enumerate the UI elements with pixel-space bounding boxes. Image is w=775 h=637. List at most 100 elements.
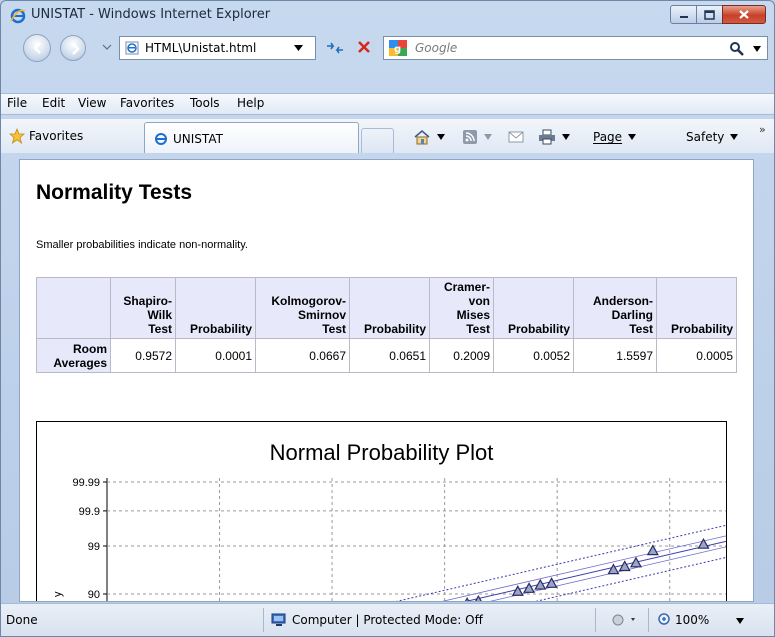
status-divider bbox=[263, 608, 264, 632]
row-header: Room Averages bbox=[36, 338, 111, 373]
zoom-level[interactable]: 100% bbox=[675, 613, 709, 627]
search-options-dropdown-icon[interactable] bbox=[753, 46, 761, 52]
print-button[interactable] bbox=[538, 128, 570, 146]
svg-text:g: g bbox=[394, 44, 401, 55]
column-header: Shapiro- Wilk Test bbox=[110, 277, 176, 339]
tab-unistat[interactable]: UNISTAT bbox=[144, 122, 359, 153]
menu-file[interactable]: File bbox=[7, 96, 27, 110]
minimize-button[interactable] bbox=[670, 5, 697, 24]
page-icon bbox=[125, 41, 139, 55]
search-icon[interactable] bbox=[729, 41, 745, 57]
header-line: Kolmogorov- bbox=[271, 294, 346, 308]
feeds-dropdown-icon[interactable] bbox=[484, 134, 492, 140]
maximize-button[interactable] bbox=[696, 5, 723, 24]
table-header-row: Shapiro- Wilk Test Probability Kolmogorov-… bbox=[36, 277, 737, 339]
vertical-scrollbar[interactable] bbox=[753, 160, 754, 601]
home-button[interactable] bbox=[413, 128, 445, 146]
address-dropdown-icon[interactable] bbox=[294, 45, 303, 51]
y-axis-label: y bbox=[52, 591, 64, 597]
search-placeholder: Google bbox=[415, 41, 458, 55]
close-icon bbox=[739, 10, 749, 19]
header-line: Test bbox=[466, 322, 490, 336]
browser-window: UNISTAT - Windows Internet Explorer HTML… bbox=[0, 0, 775, 637]
menu-edit[interactable]: Edit bbox=[42, 96, 65, 110]
title-bar: UNISTAT - Windows Internet Explorer bbox=[1, 1, 774, 31]
y-tick-label: 99.99 bbox=[72, 477, 100, 489]
table-cell: 0.0651 bbox=[349, 338, 430, 373]
header-line: von bbox=[468, 294, 490, 308]
page-dropdown-icon bbox=[628, 134, 637, 140]
menu-view[interactable]: View bbox=[78, 96, 106, 110]
security-zone-text[interactable]: Computer | Protected Mode: Off bbox=[292, 613, 483, 627]
confidence-band bbox=[535, 556, 726, 601]
y-tick-label: 99 bbox=[88, 541, 100, 553]
home-dropdown-icon[interactable] bbox=[437, 134, 445, 140]
column-header: Anderson- Darling Test bbox=[573, 277, 657, 339]
menu-bar-background: File Edit View Favorites Tools Help bbox=[1, 93, 774, 115]
forward-button[interactable] bbox=[60, 35, 86, 61]
print-dropdown-icon[interactable] bbox=[562, 134, 570, 140]
ie-page-icon bbox=[155, 133, 167, 145]
address-field[interactable]: HTML\Unistat.html bbox=[119, 36, 316, 60]
back-button[interactable] bbox=[23, 34, 51, 62]
manage-addons-icon[interactable] bbox=[611, 612, 639, 628]
safety-dropdown-icon bbox=[730, 134, 739, 140]
table-cell: 0.0001 bbox=[175, 338, 256, 373]
menu-help[interactable]: Help bbox=[237, 96, 264, 110]
data-point bbox=[607, 563, 620, 575]
address-url: HTML\Unistat.html bbox=[145, 41, 257, 55]
header-line: Test bbox=[322, 322, 346, 336]
favorites-button[interactable]: Favorites bbox=[29, 129, 83, 143]
y-tick-label: 99.9 bbox=[79, 506, 100, 518]
navigation-bar: HTML\Unistat.html g Google bbox=[1, 33, 774, 63]
header-line: Shapiro- bbox=[123, 294, 172, 308]
print-icon bbox=[539, 129, 555, 145]
forward-arrow-icon bbox=[72, 43, 80, 55]
table-cell: 0.0667 bbox=[255, 338, 350, 373]
safety-menu-button[interactable]: Safety bbox=[686, 128, 739, 146]
header-line: Mises bbox=[456, 308, 490, 322]
status-divider bbox=[648, 608, 649, 632]
status-divider bbox=[595, 608, 596, 632]
table-cell: 0.9572 bbox=[110, 338, 176, 373]
computer-zone-icon bbox=[271, 613, 286, 626]
status-bar: Done Computer | Protected Mode: Off 100% bbox=[1, 603, 774, 636]
new-tab-button[interactable] bbox=[361, 128, 394, 153]
y-tick-label: 90 bbox=[88, 589, 100, 601]
table-cell: 1.5597 bbox=[573, 338, 657, 373]
header-line: Wilk bbox=[147, 308, 172, 322]
page-title: Normality Tests bbox=[36, 181, 192, 204]
more-commands-chevron-icon[interactable]: » bbox=[759, 123, 766, 136]
feeds-button[interactable] bbox=[462, 128, 492, 146]
refresh-icon[interactable] bbox=[325, 39, 345, 57]
table-corner-cell bbox=[36, 277, 111, 339]
table-row: Room Averages 0.9572 0.0001 0.0667 0.0651… bbox=[36, 338, 737, 373]
column-header: Probability bbox=[656, 277, 737, 339]
data-point bbox=[646, 544, 659, 556]
search-field[interactable]: g Google bbox=[383, 36, 768, 60]
page-menu-button[interactable]: Page bbox=[593, 128, 637, 146]
menu-favorites[interactable]: Favorites bbox=[120, 96, 174, 110]
status-text: Done bbox=[6, 613, 38, 627]
menu-bar: File Edit View Favorites Tools Help bbox=[1, 93, 774, 117]
table-cell: 0.0005 bbox=[656, 338, 737, 373]
header-line: Cramer- bbox=[443, 280, 490, 294]
column-header: Cramer-von Mises Test bbox=[429, 277, 494, 339]
tab-label: UNISTAT bbox=[173, 132, 223, 146]
page-menu-label: Page bbox=[593, 130, 623, 144]
header-line: Probability bbox=[670, 322, 733, 336]
header-line: Test bbox=[148, 322, 172, 336]
stop-icon[interactable] bbox=[356, 39, 372, 55]
header-line: Probability bbox=[189, 322, 252, 336]
caption-buttons bbox=[670, 5, 766, 24]
zoom-dropdown-icon[interactable] bbox=[736, 618, 744, 624]
row-header-line: Averages bbox=[53, 355, 107, 370]
menu-tools[interactable]: Tools bbox=[190, 96, 220, 110]
column-header: Probability bbox=[493, 277, 574, 339]
header-line: Anderson- bbox=[593, 294, 653, 308]
close-window-button[interactable] bbox=[722, 5, 766, 24]
recent-pages-dropdown-icon[interactable] bbox=[102, 43, 112, 51]
column-header: Probability bbox=[175, 277, 256, 339]
read-mail-button[interactable] bbox=[508, 128, 524, 146]
header-line: Darling bbox=[611, 308, 653, 322]
